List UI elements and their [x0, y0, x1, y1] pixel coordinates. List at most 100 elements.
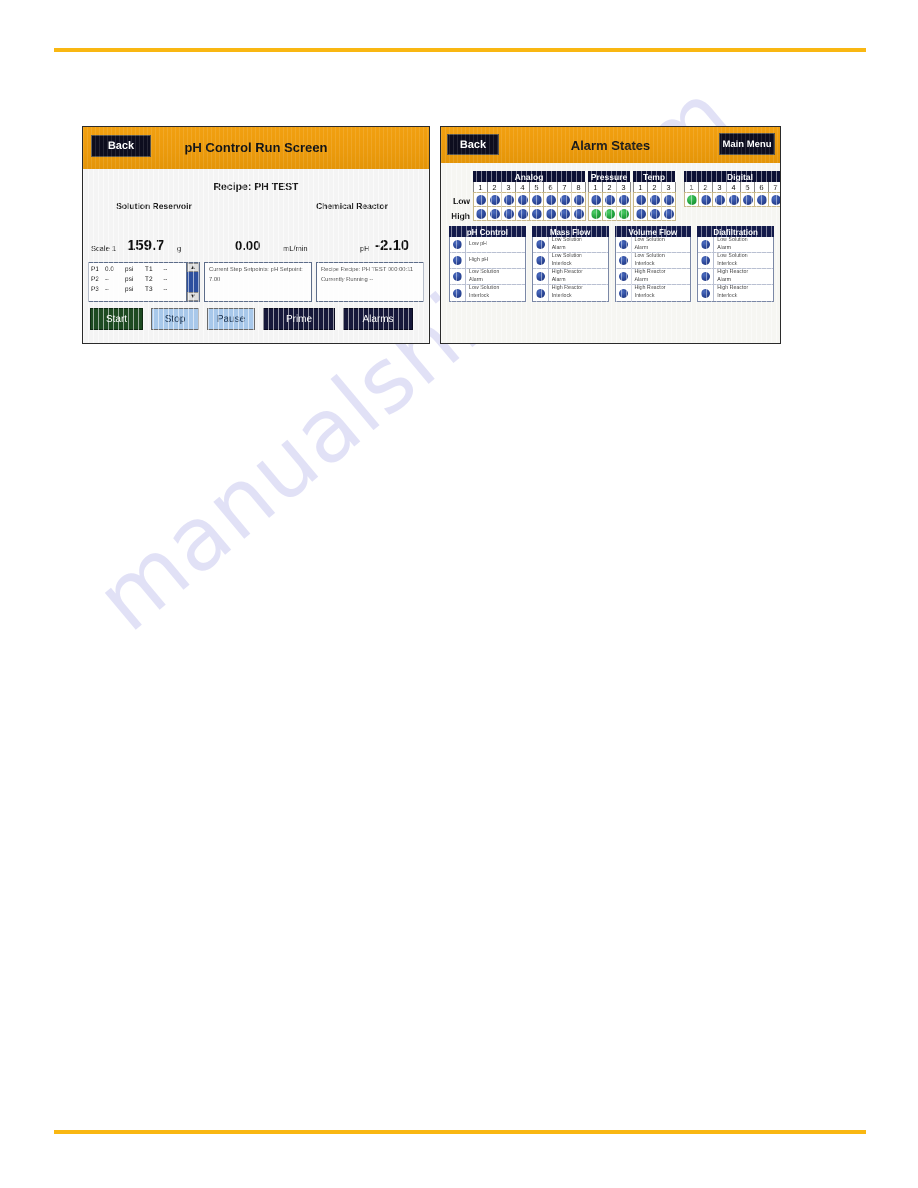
alarm-item-label: Low Solution Alarm: [717, 236, 748, 251]
alarm-list-item[interactable]: High Reactor Alarm: [698, 269, 773, 285]
alarm-list-item[interactable]: Low Solution Interlock: [450, 285, 525, 301]
alarm-lamp-blue: [590, 194, 601, 205]
pressure-table-scrollbar[interactable]: ▲ ▼: [186, 263, 199, 301]
alarm-grid-cell[interactable]: [726, 192, 741, 207]
scroll-up-icon[interactable]: ▲: [187, 263, 199, 272]
alarm-list-item[interactable]: Low Solution Interlock: [532, 252, 608, 269]
stop-button[interactable]: Stop: [151, 308, 199, 330]
alarms-button[interactable]: Alarms: [343, 308, 413, 330]
alarm-grid-cell[interactable]: [588, 206, 603, 221]
alarm-list-item[interactable]: High Reactor Interlock: [616, 285, 691, 301]
alarm-lamp-blue: [517, 194, 528, 205]
pressure-temp-row: P1 0.0 psi T1 --: [91, 265, 186, 275]
alarm-lamp-blue: [701, 288, 711, 298]
alarm-screen-header: Back Alarm States Main Menu: [441, 127, 780, 163]
pressure-unit: psi: [125, 275, 134, 283]
alarm-list-item[interactable]: Low Solution Interlock: [615, 253, 691, 269]
alarm-lamp-blue: [531, 194, 542, 205]
alarm-grid-cell[interactable]: [616, 192, 631, 207]
alarm-grid-cell[interactable]: [571, 206, 586, 221]
alarm-lamp-cell: [616, 253, 632, 268]
main-menu-button[interactable]: Main Menu: [719, 133, 775, 155]
alarm-lamp-blue: [770, 194, 780, 205]
scroll-down-icon[interactable]: ▼: [187, 292, 199, 301]
prime-button[interactable]: Prime: [263, 308, 335, 330]
alarm-panel-list: Low Solution Alarm Low Solution Interlock…: [531, 237, 609, 302]
alarm-grid-cell[interactable]: [754, 192, 769, 207]
alarm-grid-cell[interactable]: [616, 206, 631, 221]
pressure-value: --: [105, 285, 110, 293]
alarm-list-item[interactable]: High Reactor Alarm: [532, 269, 608, 285]
alarm-grid-cell[interactable]: [529, 206, 544, 221]
alarm-list-item[interactable]: Low pH: [450, 237, 525, 253]
alarm-grid-cell[interactable]: [487, 206, 502, 221]
alarm-grid-cell[interactable]: [543, 206, 558, 221]
control-button-row: Start Stop Pause Prime Alarms: [90, 308, 422, 330]
alarm-lamp-blue: [573, 208, 584, 219]
alarm-panel-diafiltration: Diafiltration Low Solution Alarm Low Solut…: [697, 226, 774, 302]
start-button[interactable]: Start: [90, 308, 143, 330]
alarm-grid-cell[interactable]: [557, 206, 572, 221]
alarm-grid-cell[interactable]: [633, 192, 648, 207]
pressure-tag: P1: [91, 266, 99, 273]
alarm-item-label: Low Solution Interlock: [469, 285, 500, 299]
alarm-lamp-blue: [489, 208, 500, 219]
alarm-list-item[interactable]: Low Solution Interlock: [698, 253, 773, 269]
temp-tag: T2: [145, 275, 153, 283]
alarm-lamp-cell: [533, 237, 549, 252]
alarm-item-label: High Reactor Interlock: [634, 285, 666, 299]
alarm-item-label: High Reactor Alarm: [634, 268, 666, 283]
alarm-list-item[interactable]: High Reactor Interlock: [533, 285, 608, 301]
alarm-list-item[interactable]: Low Solution Alarm: [615, 236, 691, 253]
alarm-grid-cell[interactable]: [473, 206, 488, 221]
alarm-grid-cell[interactable]: [487, 192, 502, 207]
alarm-grid-cell[interactable]: [647, 192, 662, 207]
alarm-grid-cell[interactable]: [602, 206, 617, 221]
alarm-grid-cell[interactable]: [661, 192, 676, 207]
alarm-grid-cell[interactable]: [684, 192, 699, 207]
alarm-grid-cell[interactable]: [768, 192, 780, 207]
alarm-grid-cell[interactable]: [712, 192, 727, 207]
alarm-states-screen: Back Alarm States Main Menu Low High Anal…: [440, 126, 781, 344]
alarm-grid-cell[interactable]: [740, 192, 755, 207]
alarm-list-item[interactable]: Low Solution Alarm: [532, 237, 608, 253]
alarm-panel-volume-flow: Volume Flow Low Solution Alarm Low Solutio…: [614, 226, 692, 302]
alarm-grid-cell[interactable]: [501, 206, 516, 221]
alarm-grid-cell[interactable]: [515, 206, 530, 221]
scale-value: 159.7: [127, 237, 165, 254]
alarm-grid-cell[interactable]: [647, 206, 662, 221]
pressure-temp-row: P2 -- psi T2 --: [91, 275, 186, 285]
alarm-lamp-blue: [559, 194, 570, 205]
alarm-panel-list: Low Solution Alarm Low Solution Interlock…: [697, 237, 774, 302]
alarm-item-label: High Reactor Alarm: [717, 268, 749, 283]
alarm-grid-cell[interactable]: [529, 192, 544, 207]
alarm-list-item[interactable]: High Reactor Interlock: [698, 285, 773, 301]
alarm-lamp-blue: [618, 288, 628, 298]
alarm-grid-cell[interactable]: [602, 192, 617, 207]
alarm-grid-cell[interactable]: [543, 192, 558, 207]
pause-button[interactable]: Pause: [207, 308, 255, 330]
alarm-item-label: Low Solution Alarm: [634, 236, 665, 251]
alarm-grid-cell[interactable]: [501, 192, 516, 207]
alarm-item-label: Low Solution Interlock: [551, 252, 583, 267]
alarm-lamp-cell: [450, 285, 466, 301]
alarm-list-item[interactable]: Low Solution Alarm: [698, 237, 773, 253]
alarm-grid-cell[interactable]: [557, 192, 572, 207]
flow-rate-unit: mL/min: [283, 244, 308, 253]
alarm-group-rows: [684, 192, 780, 221]
alarm-grid-cell[interactable]: [571, 192, 586, 207]
alarm-grid-cell[interactable]: [588, 192, 603, 207]
alarm-grid-cell[interactable]: [515, 192, 530, 207]
scrollbar-thumb[interactable]: [187, 272, 199, 292]
alarm-grid-cell[interactable]: [661, 206, 676, 221]
alarm-lamp-blue: [618, 256, 628, 265]
alarm-lamp-blue: [649, 208, 660, 219]
alarm-list-item[interactable]: High Reactor Alarm: [615, 268, 691, 285]
alarm-lamp-cell: [533, 269, 549, 284]
alarm-list-item[interactable]: High pH: [450, 253, 525, 269]
alarm-grid-cell[interactable]: [698, 192, 713, 207]
alarm-list-item[interactable]: Low Solution Alarm: [450, 269, 525, 285]
alarm-grid-cell[interactable]: [473, 192, 488, 207]
alarm-panel-ph-control: pH Control Low pH High pH Low Solution Alar…: [449, 226, 526, 302]
alarm-grid-cell[interactable]: [633, 206, 648, 221]
